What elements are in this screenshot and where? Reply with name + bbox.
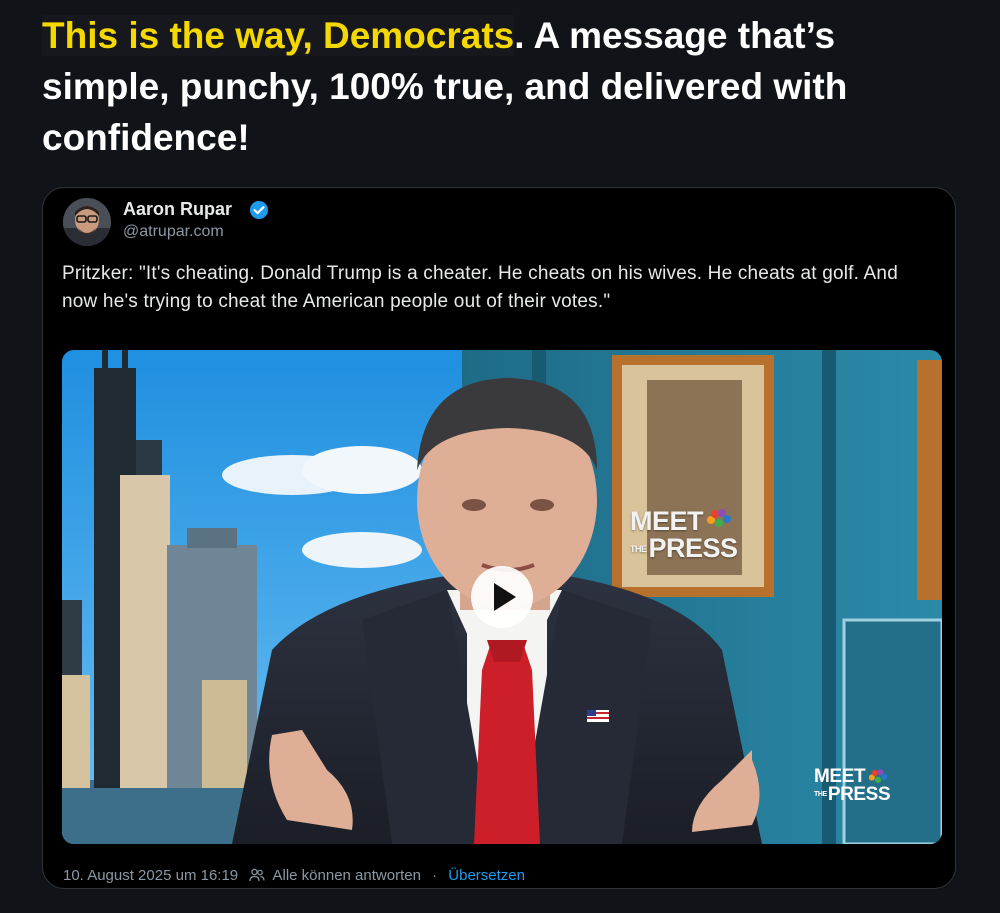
avatar[interactable] xyxy=(63,198,111,246)
play-icon xyxy=(494,583,516,611)
verified-badge-icon xyxy=(250,201,268,219)
author-handle[interactable]: @atrupar.com xyxy=(123,223,224,241)
author-name[interactable]: Aaron Rupar xyxy=(123,199,232,220)
peacock-icon xyxy=(707,509,732,527)
post-text: Pritzker: "It's cheating. Donald Trump i… xyxy=(62,263,898,312)
play-button[interactable] xyxy=(471,566,533,628)
footer-separator: · xyxy=(432,866,438,884)
headline: This is the way, Democrats. A message th… xyxy=(42,10,942,163)
embedded-post-card[interactable]: Aaron Rupar @atrupar.com Pritzker: "It's… xyxy=(42,187,956,889)
meet-the-press-logo: MEET THEPRESS xyxy=(630,506,738,563)
peacock-icon xyxy=(868,769,888,783)
meet-the-press-watermark: MEET THEPRESS xyxy=(814,766,891,806)
people-icon xyxy=(249,868,265,882)
translate-link[interactable]: Übersetzen xyxy=(448,867,525,884)
post-footer: 10. August 2025 um 16:19 Alle können ant… xyxy=(63,866,525,884)
post-timestamp[interactable]: 10. August 2025 um 16:19 xyxy=(63,867,238,884)
page: This is the way, Democrats. A message th… xyxy=(0,0,1000,913)
headline-highlight: This is the way, Democrats xyxy=(42,15,515,56)
video-player[interactable]: MEET THEPRESS MEET THEPRESS xyxy=(62,350,942,844)
reply-permission-label: Alle können antworten xyxy=(272,866,421,884)
